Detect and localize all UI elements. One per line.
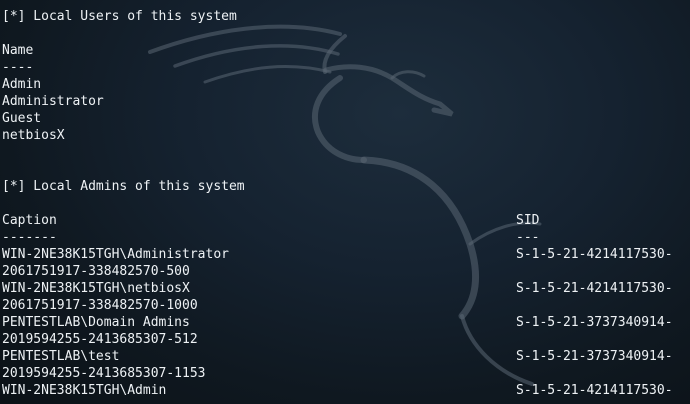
admin-sid: S-1-5-21-3737340914-: [516, 315, 673, 330]
admin-row: PENTESTLAB\Domain Admins S-1-5-21-3737340…: [2, 314, 690, 331]
admins-column-header-row: Caption SID: [2, 212, 690, 229]
blank-line: [2, 144, 690, 161]
terminal-window[interactable]: [*] Local Users of this system Name ----…: [0, 0, 690, 404]
admin-sid: S-1-5-21-4214117530-: [516, 247, 673, 262]
users-section-header: [*] Local Users of this system: [2, 9, 237, 24]
user-row: Admin: [2, 77, 42, 92]
admin-sid: S-1-5-21-4214117530-: [516, 281, 673, 296]
users-column-header: Name: [2, 43, 34, 58]
admin-caption: WIN-2NE38K15TGH\Administrator: [2, 247, 229, 262]
admin-caption: WIN-2NE38K15TGH\netbiosX: [2, 281, 190, 296]
admin-sid-continuation: 2061751917-338482570-1000: [2, 298, 198, 313]
admin-caption: PENTESTLAB\Domain Admins: [2, 315, 190, 330]
admin-row: PENTESTLAB\test S-1-5-21-3737340914-: [2, 348, 690, 365]
blank-line: [2, 195, 690, 212]
admin-sid-continuation: 2061751917-338482570-500: [2, 264, 190, 279]
admin-row: WIN-2NE38K15TGH\netbiosX S-1-5-21-4214117…: [2, 280, 690, 297]
sid-column-underline: ---: [516, 230, 540, 245]
admin-row: WIN-2NE38K15TGH\Admin S-1-5-21-4214117530…: [2, 382, 690, 399]
caption-column-header: Caption: [2, 213, 57, 228]
admin-sid-continuation: 2019594255-2413685307-1153: [2, 366, 206, 381]
blank-line: [2, 25, 690, 42]
admins-section-header: [*] Local Admins of this system: [2, 179, 245, 194]
admin-sid: S-1-5-21-3737340914-: [516, 349, 673, 364]
caption-column-underline: -------: [2, 230, 57, 245]
users-column-underline: ----: [2, 60, 34, 75]
admin-sid-continuation: 2019594255-2413685307-512: [2, 332, 198, 347]
terminal-output: [*] Local Users of this system Name ----…: [2, 8, 690, 399]
admin-row: WIN-2NE38K15TGH\Administrator S-1-5-21-42…: [2, 246, 690, 263]
user-row: Guest: [2, 111, 42, 126]
admin-sid: S-1-5-21-4214117530-: [516, 383, 673, 398]
user-row: Administrator: [2, 94, 104, 109]
admin-caption: WIN-2NE38K15TGH\Admin: [2, 383, 167, 398]
admins-column-underline-row: ------- ---: [2, 229, 690, 246]
blank-line: [2, 161, 690, 178]
sid-column-header: SID: [516, 213, 540, 228]
admin-caption: PENTESTLAB\test: [2, 349, 120, 364]
user-row: netbiosX: [2, 128, 65, 143]
